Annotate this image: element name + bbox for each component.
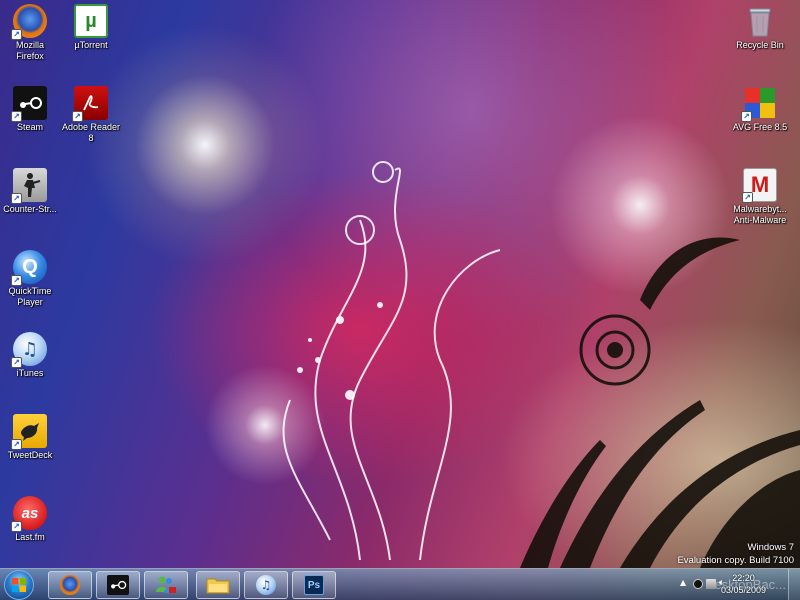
network-icon[interactable] [706, 579, 716, 589]
show-desktop-button[interactable] [788, 569, 800, 600]
windows-live-messenger-icon [156, 576, 176, 593]
recycle-bin-icon [743, 4, 777, 38]
desktop-icon-avg[interactable]: ↗ AVG Free 8.5 [722, 82, 798, 133]
windows-explorer-icon [206, 578, 230, 594]
desktop-icon-tweetdeck[interactable]: ↗ TweetDeck [0, 410, 68, 461]
steam-icon: ↗ [11, 86, 47, 122]
taskbar-explorer-button[interactable] [196, 571, 240, 599]
photoshop-icon: Ps [304, 575, 324, 595]
utorrent-icon: µ [74, 4, 108, 38]
desktop-icon-lastfm[interactable]: as ↗ Last.fm [0, 492, 68, 543]
shortcut-arrow-icon: ↗ [72, 111, 83, 122]
taskbar-messenger-button[interactable] [144, 571, 188, 599]
watermark-line-2: Evaluation copy. Build 7100 [677, 555, 794, 566]
shortcut-arrow-icon: ↗ [11, 193, 22, 204]
desktop-icon-label: AVG Free 8.5 [732, 122, 788, 132]
clock-date: 03/05/2009 [720, 585, 766, 595]
watermark-line-1: Windows 7 [747, 542, 794, 553]
shortcut-arrow-icon: ↗ [11, 439, 22, 450]
desktop-icon-utorrent[interactable]: µ µTorrent [53, 0, 129, 51]
taskbar-steam-button[interactable] [96, 571, 140, 599]
shortcut-arrow-icon: ↗ [11, 357, 22, 368]
desktop-icon-label: Malwarebyt... Anti-Malware [733, 204, 787, 225]
desktop-icon-label: TweetDeck [7, 450, 53, 460]
show-hidden-icons-icon[interactable]: ▲ [680, 578, 690, 588]
shortcut-arrow-icon: ↗ [11, 521, 22, 532]
taskbar-firefox-button[interactable] [48, 571, 92, 599]
malwarebytes-icon: M ↗ [742, 168, 777, 203]
adobe-reader-icon: ↗ [72, 86, 108, 122]
desktop-icon-label: iTunes [16, 368, 44, 378]
clock-time: 22:20 [732, 573, 755, 583]
windows-logo-icon [12, 578, 26, 592]
itunes-icon: ♫ [256, 575, 276, 595]
counter-strike-icon: ↗ [11, 168, 47, 204]
desktop-icon-label: Last.fm [15, 532, 45, 542]
tweetdeck-icon: ↗ [11, 414, 47, 450]
desktop-icon-label: Recycle Bin [736, 40, 784, 50]
desktop-icon-adobe-reader[interactable]: ↗ Adobe Reader 8 [53, 82, 129, 144]
desktop-icon-recycle-bin[interactable]: Recycle Bin [722, 0, 798, 51]
desktop-icon-quicktime[interactable]: Q ↗ QuickTime Player [0, 246, 68, 308]
desktop-icon-label: QuickTime Player [8, 286, 52, 307]
taskbar-itunes-button[interactable]: ♫ [244, 571, 288, 599]
shortcut-arrow-icon: ↗ [11, 275, 22, 286]
clock[interactable]: 22:20 03/05/2009 [721, 572, 766, 596]
shortcut-arrow-icon: ↗ [742, 192, 753, 203]
firefox-icon: ↗ [11, 4, 47, 40]
steam-icon [107, 575, 129, 595]
shortcut-arrow-icon: ↗ [11, 111, 22, 122]
windows-watermark: Windows 7 Evaluation copy. Build 7100 [677, 541, 794, 567]
desktop-icon-label: Adobe Reader 8 [61, 122, 121, 143]
shortcut-arrow-icon: ↗ [11, 29, 22, 40]
desktop-icon-label: µTorrent [74, 40, 108, 50]
taskbar: ♫ Ps DesktopBac... ▲ 🔈︎ 22:20 03/05/2009 [0, 568, 800, 600]
firefox-icon [60, 575, 80, 595]
lastfm-icon: as ↗ [11, 496, 47, 532]
itunes-icon: ♫ ↗ [11, 332, 47, 368]
desktop-icon-itunes[interactable]: ♫ ↗ iTunes [0, 328, 68, 379]
avg-icon: ↗ [741, 86, 777, 122]
shortcut-arrow-icon: ↗ [741, 111, 752, 122]
notification-area: DesktopBac... ▲ 🔈︎ 22:20 03/05/2009 [680, 569, 800, 600]
desktop-icon-label: Counter-Str... [3, 204, 57, 214]
desktop-icon-counter-strike[interactable]: ↗ Counter-Str... [0, 164, 68, 215]
quicktime-icon: Q ↗ [11, 250, 47, 286]
taskbar-photoshop-button[interactable]: Ps [292, 571, 336, 599]
start-button[interactable] [4, 570, 34, 600]
steam-tray-icon[interactable] [693, 579, 703, 589]
desktop-icon-malwarebytes[interactable]: M ↗ Malwarebyt... Anti-Malware [722, 164, 798, 226]
